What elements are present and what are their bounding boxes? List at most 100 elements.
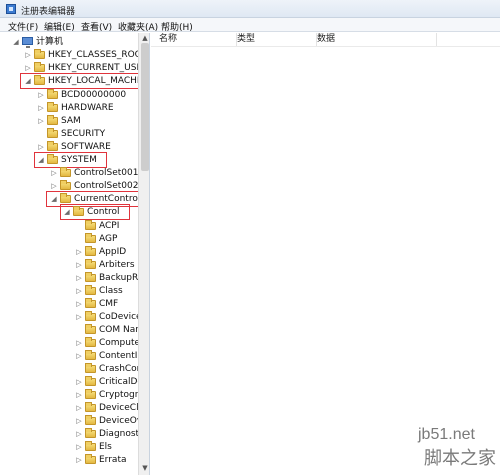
tree-item-control-child[interactable]: ▷ Cryptogra <box>0 389 144 401</box>
expand-arrow-icon[interactable]: ▷ <box>75 376 83 388</box>
expand-arrow-icon[interactable]: ▷ <box>50 167 58 179</box>
folder-icon <box>85 454 96 464</box>
tree-item-label: BackupRe <box>99 273 144 283</box>
folder-icon <box>60 180 71 190</box>
tree-item-control-child[interactable]: AGP <box>0 233 138 245</box>
tree-item-control-child[interactable]: ▷ ContentIn <box>0 350 143 362</box>
tree-item-control-child[interactable]: ▷ CoDeviceI <box>0 311 144 323</box>
tree-item-control-child[interactable]: ▷ BackupRe <box>0 272 143 284</box>
tree-item-control-child[interactable]: ▷ Els <box>0 441 138 453</box>
tree-item-control-child[interactable]: ▷ DeviceCla <box>0 402 144 414</box>
tree-item-label: COM Nan <box>99 325 141 335</box>
column-header-type[interactable]: 类型 <box>237 33 317 46</box>
tree-item-control-child[interactable]: ▷ AppID <box>0 246 138 258</box>
tree-item-label: HARDWARE <box>61 103 114 113</box>
menu-view[interactable]: 查看(V) <box>81 20 112 33</box>
folder-icon <box>85 428 96 438</box>
tree-item-hkcr[interactable]: ▷ HKEY_CLASSES_ROOT <box>0 49 147 61</box>
computer-icon <box>22 37 33 48</box>
tree-item-sam[interactable]: ▷ SAM <box>0 115 138 127</box>
tree-item-label: Els <box>99 442 112 452</box>
expand-arrow-icon[interactable]: ▷ <box>75 441 83 453</box>
folder-icon <box>47 128 58 138</box>
tree-item-label: ControlSet001 <box>74 168 139 178</box>
folder-icon <box>85 246 96 256</box>
tree-item-control-child[interactable]: CrashCon <box>0 363 142 375</box>
folder-icon <box>85 363 96 373</box>
tree-item-controlset001[interactable]: ▷ ControlSet001 <box>0 167 139 179</box>
tree-item-label: CMF <box>99 299 119 309</box>
folder-icon <box>85 259 96 269</box>
highlight-box-system <box>34 152 107 168</box>
menu-file[interactable]: 文件(F) <box>8 20 38 33</box>
folder-icon <box>85 350 96 360</box>
menu-bar: 文件(F) 编辑(E) 查看(V) 收藏夹(A) 帮助(H) <box>0 18 500 33</box>
tree-item-computer[interactable]: ◢ 计算机 <box>0 36 138 48</box>
column-header-data[interactable]: 数据 <box>317 33 437 46</box>
tree-item-label: AppID <box>99 247 127 257</box>
tree-item-label: Arbiters <box>99 260 135 270</box>
tree-item-security[interactable]: SECURITY <box>0 128 138 140</box>
regedit-icon <box>6 4 16 14</box>
tree-item-control-child[interactable]: ▷ DeviceOve <box>0 415 148 427</box>
tree-item-control-child[interactable]: COM Nan <box>0 324 141 336</box>
header-divider <box>151 46 500 47</box>
tree-item-label: Errata <box>99 455 127 465</box>
expand-arrow-icon[interactable]: ▷ <box>75 454 83 466</box>
expand-arrow-icon[interactable]: ▷ <box>75 298 83 310</box>
folder-icon <box>85 298 96 308</box>
folder-icon <box>85 415 96 425</box>
tree-item-control-child[interactable]: ACPI <box>0 220 138 232</box>
tree-item-bcd[interactable]: ▷ BCD00000000 <box>0 89 138 101</box>
expand-arrow-icon[interactable]: ▷ <box>75 285 83 297</box>
key-tree-pane[interactable]: ◢ 计算机 ▷ HKEY_CLASSES_ROOT ▷ HKEY_CURRENT… <box>0 33 150 475</box>
folder-icon <box>85 220 96 230</box>
tree-item-label: 计算机 <box>36 37 64 47</box>
tree-item-hardware[interactable]: ▷ HARDWARE <box>0 102 138 114</box>
expand-arrow-icon[interactable]: ▷ <box>75 311 83 323</box>
expand-arrow-icon[interactable]: ▷ <box>75 259 83 271</box>
tree-item-control-child[interactable]: ▷ CriticalDe <box>0 376 143 388</box>
scroll-down-icon[interactable]: ▼ <box>140 463 149 473</box>
expand-arrow-icon[interactable]: ▷ <box>75 337 83 349</box>
folder-icon <box>47 102 58 112</box>
expand-arrow-icon[interactable]: ▷ <box>37 115 45 127</box>
folder-icon <box>85 337 96 347</box>
value-list-pane[interactable]: 名称 类型 数据 <box>151 33 500 475</box>
highlight-box-hklm <box>20 73 146 89</box>
column-header-type-label: 类型 <box>237 34 256 44</box>
window-title: 注册表编辑器 <box>21 7 76 17</box>
expand-arrow-icon[interactable]: ▷ <box>24 49 32 61</box>
tree-item-control-child[interactable]: ▷ Errata <box>0 454 138 466</box>
tree-item-control-child[interactable]: ▷ Diagnostic <box>0 428 147 440</box>
tree-item-control-child[interactable]: ▷ Computer <box>0 337 144 349</box>
collapse-arrow-icon[interactable]: ◢ <box>12 36 20 48</box>
expand-arrow-icon[interactable]: ▷ <box>75 428 83 440</box>
tree-item-label: SAM <box>61 116 81 126</box>
tree-item-label: ACPI <box>99 221 120 231</box>
tree-scrollbar[interactable]: ▲ ▼ <box>138 33 149 475</box>
column-header-name[interactable]: 名称 <box>159 33 237 46</box>
column-header-data-label: 数据 <box>317 34 336 44</box>
watermark-url: jb51.net <box>418 426 475 443</box>
folder-icon <box>34 62 45 72</box>
expand-arrow-icon[interactable]: ▷ <box>75 272 83 284</box>
folder-icon <box>60 167 71 177</box>
menu-edit[interactable]: 编辑(E) <box>44 20 75 33</box>
expand-arrow-icon[interactable]: ▷ <box>75 246 83 258</box>
expand-arrow-icon[interactable]: ▷ <box>75 415 83 427</box>
tree-item-control-child[interactable]: ▷ CMF <box>0 298 138 310</box>
expand-arrow-icon[interactable]: ▷ <box>75 389 83 401</box>
tree-item-control-child[interactable]: ▷ Arbiters <box>0 259 138 271</box>
title-bar: 注册表编辑器 <box>0 0 500 18</box>
tree-item-control-child[interactable]: ▷ Class <box>0 285 138 297</box>
scrollbar-thumb[interactable] <box>141 43 149 171</box>
expand-arrow-icon[interactable]: ▷ <box>37 89 45 101</box>
menu-favorites[interactable]: 收藏夹(A) <box>118 20 158 33</box>
expand-arrow-icon[interactable]: ▷ <box>75 350 83 362</box>
tree-item-label: CriticalDe <box>99 377 143 387</box>
expand-arrow-icon[interactable]: ▷ <box>75 402 83 414</box>
scroll-up-icon[interactable]: ▲ <box>140 33 149 43</box>
menu-help[interactable]: 帮助(H) <box>161 20 193 33</box>
expand-arrow-icon[interactable]: ▷ <box>37 102 45 114</box>
